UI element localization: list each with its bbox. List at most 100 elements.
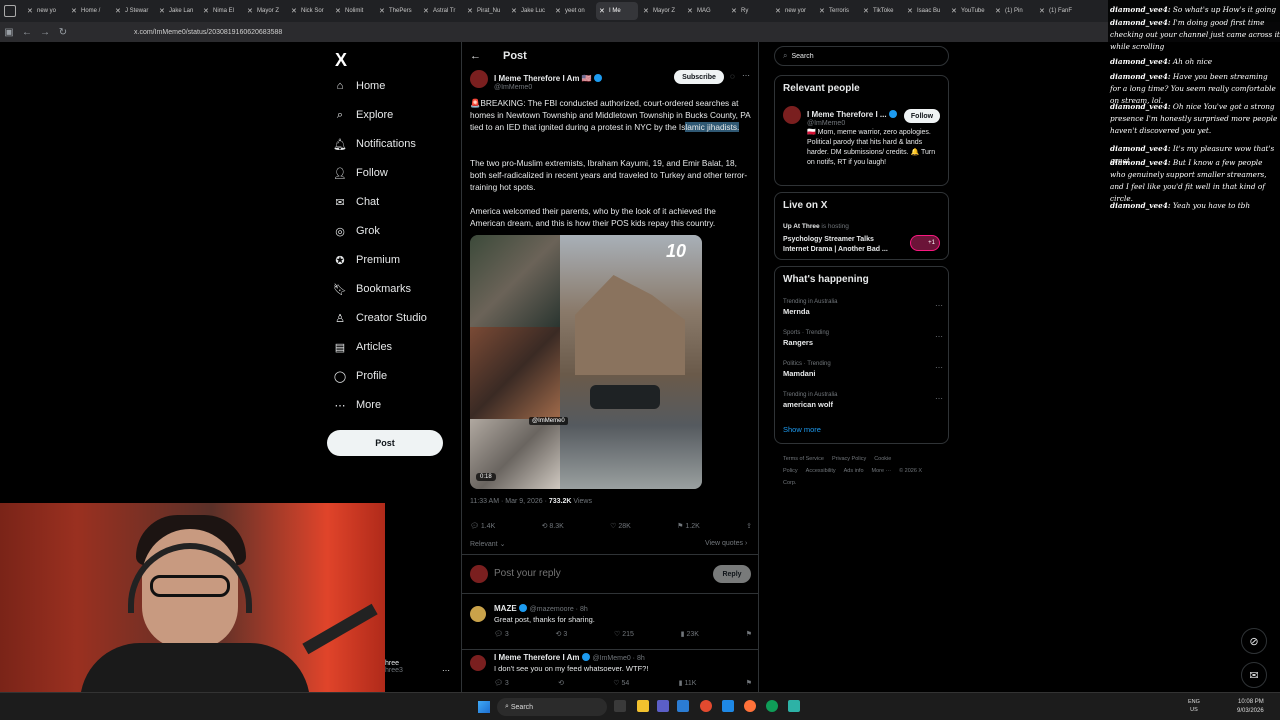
forward-icon[interactable]: → bbox=[36, 27, 54, 38]
reply-avatar[interactable] bbox=[470, 655, 486, 671]
chrome-icon[interactable] bbox=[700, 700, 712, 712]
repost-action[interactable]: ⟲ 8.3K bbox=[542, 522, 564, 530]
sidebar-toggle-icon[interactable]: ▣ bbox=[0, 27, 18, 38]
browser-tab[interactable]: ✕ Nolimit bbox=[332, 2, 374, 20]
browser-tab[interactable]: ✕ new yor bbox=[772, 2, 814, 20]
nav-item-follow[interactable]: 👤︎ Follow bbox=[333, 164, 388, 182]
browser-tab[interactable]: ✕ MAG bbox=[684, 2, 726, 20]
nav-item-home[interactable]: ⌂ Home bbox=[333, 77, 386, 95]
trend-item[interactable]: Politics · Trending Mamdani ⋯ bbox=[783, 361, 943, 378]
nav-item-chat[interactable]: ✉ Chat bbox=[333, 193, 379, 211]
browser-tab[interactable]: ✕ (1) FanF bbox=[1036, 2, 1078, 20]
browser-tab[interactable]: ✕ YouTube bbox=[948, 2, 990, 20]
browser-tab[interactable]: ✕ Terroris bbox=[816, 2, 858, 20]
reply-action[interactable]: 💬︎ 3 bbox=[494, 630, 509, 638]
author-handle[interactable]: @ImMeme0 bbox=[494, 84, 602, 91]
taskbar-search[interactable]: ⌕ Search bbox=[497, 698, 607, 716]
reply-avatar[interactable] bbox=[470, 606, 486, 622]
bookmark-icon[interactable]: ⚑ bbox=[746, 679, 752, 687]
trend-item[interactable]: Trending in Australia american wolf ⋯ bbox=[783, 392, 943, 409]
browser-tab[interactable]: ✕ Ry bbox=[728, 2, 770, 20]
back-icon[interactable]: ← bbox=[18, 27, 36, 38]
grok-icon[interactable]: ◌ bbox=[730, 72, 735, 81]
reload-icon[interactable]: ↻ bbox=[54, 27, 72, 38]
trend-more-icon[interactable]: ⋯ bbox=[935, 332, 943, 341]
sort-relevant-dropdown[interactable]: Relevant ⌄ bbox=[470, 540, 505, 548]
reply-post[interactable]: MAZE @mazemoore · 8h Great post, thanks fo… bbox=[462, 602, 758, 650]
trend-more-icon[interactable]: ⋯ bbox=[935, 301, 943, 310]
browser-tab[interactable]: ✕ Isaac Bu bbox=[904, 2, 946, 20]
nav-item-bookmarks[interactable]: 🔖︎ Bookmarks bbox=[333, 280, 411, 298]
browser-tab[interactable]: ✕ Mayor Z bbox=[640, 2, 682, 20]
live-host[interactable]: Up At Three is hosting bbox=[783, 223, 849, 230]
heart-action[interactable]: ♡ 54 bbox=[613, 679, 629, 687]
repost-action[interactable]: ⟲ bbox=[558, 679, 564, 687]
post-timestamp[interactable]: 11:33 AM · Mar 9, 2026 · bbox=[470, 498, 547, 505]
browser-tab[interactable]: ✕ Astral Tr bbox=[420, 2, 462, 20]
more-options-icon[interactable]: ⋯ bbox=[742, 71, 750, 80]
nav-item-notifications[interactable]: 🔔︎ Notifications bbox=[333, 135, 416, 153]
views-action[interactable]: ▮ 11K bbox=[679, 679, 697, 687]
browser-tab[interactable]: ✕ yeet on bbox=[552, 2, 594, 20]
browser-tab[interactable]: ✕ J Stewar bbox=[112, 2, 154, 20]
post-video[interactable]: 10 @ImMeme0 0:18 bbox=[470, 235, 702, 489]
footer-link[interactable]: More ··· bbox=[872, 468, 892, 474]
nav-item-profile[interactable]: ◯ Profile bbox=[333, 367, 387, 385]
footer-link[interactable]: Privacy Policy bbox=[832, 456, 866, 462]
follow-button[interactable]: Follow bbox=[904, 109, 940, 123]
post-button[interactable]: Post bbox=[327, 430, 443, 456]
browser-tab[interactable]: ✕ Nima El bbox=[200, 2, 242, 20]
system-clock[interactable]: 10:08 PM 9/03/2026 bbox=[1237, 698, 1264, 716]
browser-tab[interactable]: ✕ Nick Sor bbox=[288, 2, 330, 20]
back-arrow-icon[interactable]: ← bbox=[470, 50, 481, 62]
subscribe-button[interactable]: Subscribe bbox=[674, 70, 724, 84]
my-avatar[interactable] bbox=[470, 565, 488, 583]
live-stream-title[interactable]: Psychology Streamer Talks Internet Drama… bbox=[783, 235, 901, 255]
reply-handle[interactable]: @mazemoore · 8h bbox=[530, 606, 588, 613]
views-action[interactable]: ▮ 23K bbox=[681, 630, 699, 638]
nav-item-explore[interactable]: ⌕ Explore bbox=[333, 106, 393, 124]
reply-action[interactable]: 💬︎ 3 bbox=[494, 679, 509, 687]
reply-author-name[interactable]: I Meme Therefore I Am bbox=[494, 653, 580, 662]
repost-action[interactable]: ⟲ 3 bbox=[556, 630, 568, 638]
mail-icon[interactable] bbox=[677, 700, 689, 712]
reply-handle[interactable]: @ImMeme0 · 8h bbox=[593, 655, 645, 662]
reply-author-name[interactable]: MAZE bbox=[494, 604, 517, 613]
file-explorer-icon[interactable] bbox=[637, 700, 649, 712]
browser-tab[interactable]: ✕ Jake Luc bbox=[508, 2, 550, 20]
browser-tab[interactable]: ✕ ThePers bbox=[376, 2, 418, 20]
relevant-avatar[interactable] bbox=[783, 106, 801, 124]
edge-icon[interactable] bbox=[766, 700, 778, 712]
language-indicator[interactable]: ENG US bbox=[1188, 698, 1200, 714]
browser-tab[interactable]: ✕ I Me bbox=[596, 2, 638, 20]
search-input[interactable] bbox=[791, 52, 932, 60]
bookmark-icon[interactable]: ⚑ bbox=[746, 630, 752, 638]
nav-item-premium[interactable]: ✪ Premium bbox=[333, 251, 400, 269]
reply-input[interactable] bbox=[494, 568, 654, 579]
browser-tab[interactable]: ✕ Home / bbox=[68, 2, 110, 20]
trend-item[interactable]: Trending in Australia Mernda ⋯ bbox=[783, 299, 943, 316]
reply-button[interactable]: Reply bbox=[713, 565, 751, 583]
live-listeners-badge[interactable]: +1 bbox=[910, 235, 940, 251]
bookmark-action[interactable]: ⚑ 1.2K bbox=[677, 522, 700, 530]
teams-icon[interactable] bbox=[657, 700, 669, 712]
author-name[interactable]: I Meme Therefore I Am 🇺🇸 bbox=[494, 74, 592, 83]
nav-item-grok[interactable]: ◎ Grok bbox=[333, 222, 380, 240]
footer-link[interactable]: Ads info bbox=[844, 468, 864, 474]
url-field[interactable]: x.com/ImMeme0/status/2030819160620683588 bbox=[134, 29, 282, 36]
show-more-link[interactable]: Show more bbox=[783, 425, 821, 434]
nav-item-creator-studio[interactable]: ♙ Creator Studio bbox=[333, 309, 427, 327]
tab-actions-icon[interactable] bbox=[4, 5, 16, 17]
nav-item-more[interactable]: ⋯ More bbox=[333, 396, 382, 414]
trend-more-icon[interactable]: ⋯ bbox=[935, 394, 943, 403]
search-box[interactable]: ⌕ bbox=[774, 46, 949, 66]
like-action[interactable]: ♡ 28K bbox=[610, 522, 631, 530]
messages-fab-icon[interactable]: ✉ bbox=[1241, 662, 1267, 688]
reply-post[interactable]: I Meme Therefore I Am @ImMeme0 · 8h I don'… bbox=[462, 651, 758, 692]
windows-start-icon[interactable] bbox=[478, 701, 490, 713]
firefox-icon[interactable] bbox=[744, 700, 756, 712]
footer-link[interactable]: Accessibility bbox=[806, 468, 836, 474]
relevant-name[interactable]: I Meme Therefore I ... bbox=[807, 110, 887, 119]
browser-tab[interactable]: ✕ TikToke bbox=[860, 2, 902, 20]
heart-action[interactable]: ♡ 215 bbox=[614, 630, 634, 638]
